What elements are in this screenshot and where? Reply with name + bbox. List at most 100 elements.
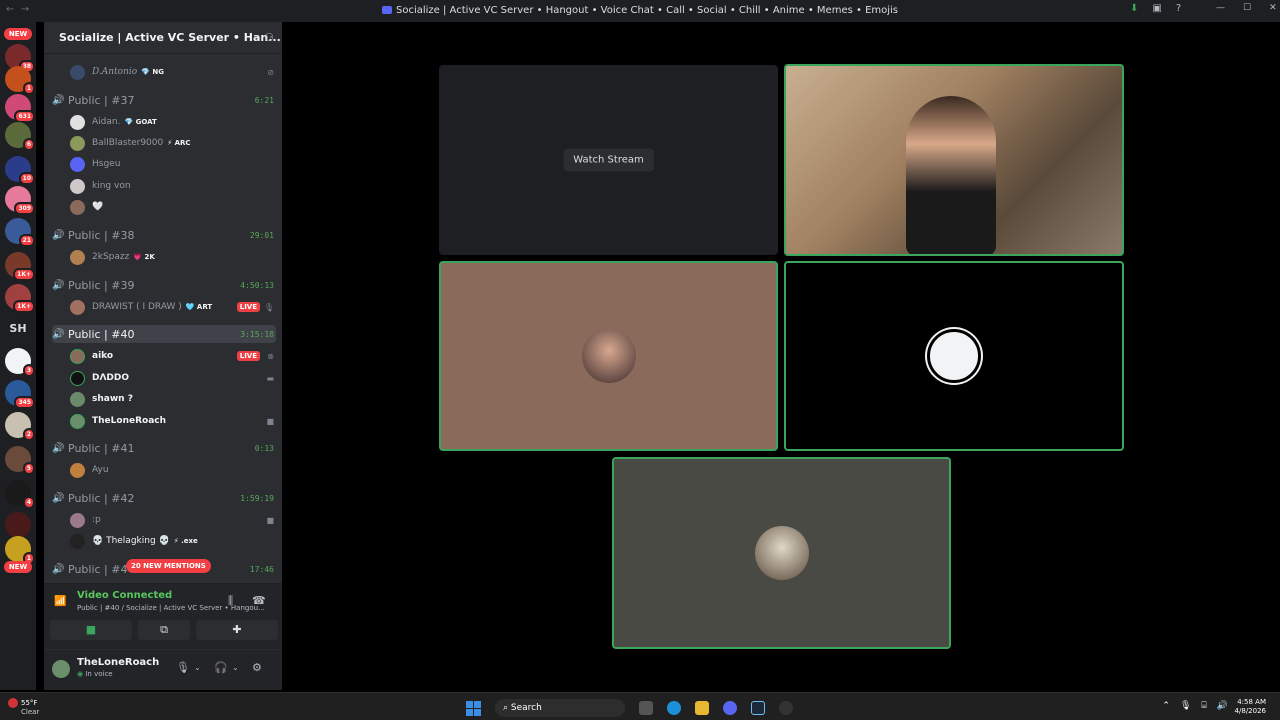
server-icon[interactable] [5,512,31,538]
weather-alert-icon [8,698,18,708]
voice-user[interactable]: 💀 Thelagking 💀 ⚡ .exe [70,531,276,551]
channel-name: Public | #40 [68,327,135,341]
server-icon[interactable]: 1 [5,536,35,565]
share-screen-button[interactable]: ⧉ [138,620,190,640]
settings-gear-icon[interactable]: ⚙ [252,661,262,674]
window-title: Socialize | Active VC Server • Hangout •… [0,5,1280,16]
avatar [70,533,85,549]
user-panel: TheLoneRoach ◉ In voice 🎙 ⌄ 🎧 ⌄ ⚙ [44,650,282,690]
server-header[interactable]: Socialize | Active VC Server • Han... ⌄ … [44,22,294,54]
user-tag: 💎 GOAT [124,118,157,126]
microphone-icon[interactable]: 🎙 [176,661,190,674]
voice-user[interactable]: BallBlaster9000 ⚡ ARC [70,133,276,153]
start-button[interactable] [466,700,481,716]
discord-icon[interactable] [723,701,737,715]
server-icon[interactable]: 2 [5,412,35,441]
voice-channel[interactable]: 🔊 Public | #42 1:59:19 [52,489,276,507]
task-view-icon[interactable] [639,701,653,715]
voice-channel[interactable]: 🔊 Public | #37 6:21 [52,91,276,109]
voice-user[interactable]: 🤍 [70,197,276,217]
invite-people-icon[interactable]: ⚇ [264,31,274,44]
chevron-down-icon[interactable]: ⌄ [232,663,239,672]
server-initials[interactable]: SH [0,322,36,335]
disconnect-icon[interactable]: ☎ [252,594,266,607]
user-name: Aidan. [92,117,121,127]
speaker-icon: 🔊 [52,279,65,291]
taskbar-search[interactable]: ⌕ Search [495,699,625,717]
server-icon[interactable]: 309 [5,186,35,215]
volume-icon[interactable]: 🔊 [1217,701,1228,711]
voice-channel-active[interactable]: 🔊 Public | #40 3:15:18 [52,325,276,343]
user-name: TheLoneRoach [92,416,167,426]
activities-button[interactable]: ✚ [196,620,278,640]
noise-suppression-icon[interactable]: ⫼ [228,594,233,608]
user-name: :p [92,515,101,525]
server-icon[interactable]: 345 [5,380,35,409]
voice-user[interactable]: TheLoneRoach ■ [70,411,276,431]
voice-user[interactable]: D.Antonio 💎 NG ⊘ [70,62,276,82]
voice-user[interactable]: :p ■ [70,510,276,530]
new-unreads-pill[interactable]: NEW [4,28,32,40]
chevron-down-icon[interactable]: ⌄ [194,663,201,672]
headphones-icon[interactable]: 🎧 [214,661,228,674]
network-icon[interactable]: ⌸ [1201,701,1206,711]
help-icon[interactable]: ? [1176,3,1181,14]
close-button[interactable]: ✕ [1269,3,1277,13]
inbox-icon[interactable]: ▣ [1152,3,1161,14]
watch-stream-button[interactable]: Watch Stream [563,148,654,172]
voice-channel[interactable]: 🔊 Public | #38 29:01 [52,226,276,244]
participant-tile[interactable] [784,261,1124,451]
video-feed-tile[interactable] [784,64,1124,256]
new-unreads-pill[interactable]: NEW [4,561,32,573]
server-icon[interactable]: 631 [5,94,35,123]
avatar [70,348,85,364]
chevron-up-icon[interactable]: ⌃ [1162,701,1170,711]
server-icon[interactable]: 1K+ [5,252,35,281]
voice-user[interactable]: Ayu [70,460,276,480]
stream-tile[interactable]: Watch Stream [439,65,778,255]
avatar [70,512,85,528]
avatar[interactable] [52,660,70,678]
window-controls: — ☐ ✕ [1216,3,1277,13]
file-explorer-icon[interactable] [695,701,709,715]
app-icon[interactable] [779,701,793,715]
voice-user[interactable]: Aidan. 💎 GOAT [70,112,276,132]
server-icon[interactable]: 6 [5,122,35,151]
user-name: D.Antonio [92,67,138,77]
update-icon[interactable]: ⬇ [1130,3,1138,14]
weather-widget[interactable]: 55°F Clear [8,698,39,717]
voice-channel[interactable]: 🔊 Public | #41 0:13 [52,439,276,457]
voice-user[interactable]: king von [70,176,276,196]
server-icon[interactable]: 1K+ [5,284,35,313]
voice-user[interactable]: shawn ? [70,389,276,409]
muted-icon: 🎙 [263,302,274,312]
maximize-button[interactable]: ☐ [1243,3,1251,13]
voice-user[interactable]: aiko LIVE ⊗ [70,346,276,366]
server-icon[interactable]: 5 [5,446,35,475]
voice-user[interactable]: Hsgeu [70,154,276,174]
voice-channel-link[interactable]: Public | #40 / Socialize | Active VC Ser… [77,604,265,612]
camera-button[interactable]: ■ [50,620,132,640]
server-icon[interactable]: 10 [5,156,35,185]
server-icon[interactable]: 4 [5,480,35,509]
minimize-button[interactable]: — [1216,3,1225,13]
participant-tile[interactable] [439,261,778,451]
user-name: king von [92,181,131,191]
microphone-icon[interactable]: 🎙 [1180,701,1191,711]
user-name: 💀 Thelagking 💀 [92,536,170,546]
voice-channel[interactable]: 🔊 Public | #39 4:50:13 [52,276,276,294]
voice-user[interactable]: DΛDDO ▬ [70,368,276,388]
edge-icon[interactable] [667,701,681,715]
voice-user[interactable]: 2kSpazz 💗 2K [70,247,276,267]
server-icon[interactable]: 21 [5,218,35,247]
server-icon[interactable]: 1 [5,66,35,95]
clock[interactable]: 4:58 AM 4/8/2026 [1235,698,1266,716]
new-mentions-pill[interactable]: 20 NEW MENTIONS [126,559,211,573]
participant-tile[interactable] [612,457,951,649]
voice-user[interactable]: DRAWIST ( I DRAW ) 🩵 ART LIVE 🎙 [70,297,276,317]
server-icon[interactable]: 3 [5,348,35,377]
avatar [70,413,85,429]
steam-icon[interactable] [751,701,765,715]
channel-name: Public | #39 [68,278,135,292]
signal-icon[interactable]: 📶 [54,596,66,607]
